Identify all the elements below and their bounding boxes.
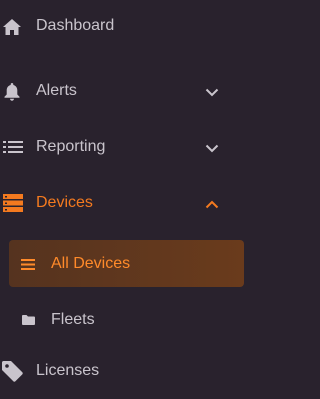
subnav-label-fleets: Fleets (51, 311, 95, 328)
chevron-down-icon[interactable] (204, 140, 220, 156)
server-icon (2, 194, 24, 212)
home-icon (2, 18, 22, 36)
nav-item-reporting[interactable]: Reporting (0, 130, 255, 164)
menu-lines-icon (20, 258, 36, 270)
subnav-item-all-devices[interactable]: All Devices (9, 240, 244, 287)
tag-icon (1, 360, 23, 382)
nav-item-dashboard[interactable]: Dashboard (0, 10, 255, 44)
bell-icon (3, 82, 21, 102)
folder-icon (21, 314, 35, 326)
nav-item-licenses[interactable]: Licenses (0, 354, 255, 388)
list-icon (2, 140, 24, 154)
nav-item-devices[interactable]: Devices (0, 186, 255, 220)
nav-label-dashboard: Dashboard (36, 17, 115, 34)
nav-label-reporting: Reporting (36, 138, 106, 155)
chevron-down-icon[interactable] (204, 84, 220, 100)
sidebar-nav: Dashboard Alerts Reporting Devices All D… (0, 0, 255, 399)
nav-label-alerts: Alerts (36, 82, 77, 99)
chevron-up-icon[interactable] (204, 196, 220, 212)
subnav-item-fleets[interactable]: Fleets (9, 296, 244, 343)
nav-label-devices: Devices (36, 194, 93, 211)
subnav-label-all-devices: All Devices (51, 255, 131, 272)
nav-label-licenses: Licenses (36, 362, 100, 379)
nav-item-alerts[interactable]: Alerts (0, 74, 255, 108)
